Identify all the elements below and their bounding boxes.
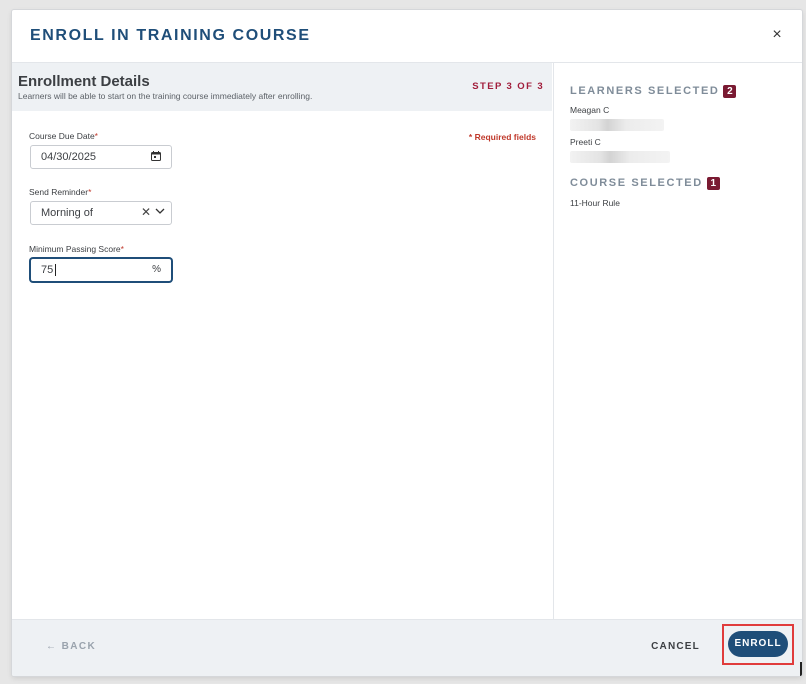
modal-title: ENROLL IN TRAINING COURSE bbox=[30, 27, 311, 44]
modal-corner-mark bbox=[800, 662, 802, 676]
enrollment-form: Enrollment Details Learners will be able… bbox=[12, 63, 552, 619]
passing-score-value: 75 bbox=[41, 264, 54, 276]
modal-footer: ← BACK CANCEL ENROLL bbox=[12, 619, 802, 676]
learners-count-badge: 2 bbox=[723, 85, 737, 98]
text-caret bbox=[55, 264, 56, 276]
course-heading: COURSE SELECTED 1 bbox=[570, 177, 720, 190]
reminder-select[interactable]: Morning of ✕ bbox=[30, 201, 172, 225]
selection-summary: LEARNERS SELECTED 2 Meagan C Preeti C COU… bbox=[553, 63, 802, 619]
learners-heading: LEARNERS SELECTED 2 bbox=[570, 85, 737, 98]
modal-header: ENROLL IN TRAINING COURSE × bbox=[12, 10, 802, 63]
percent-unit: % bbox=[152, 264, 161, 275]
learner-name: Meagan C bbox=[570, 105, 610, 115]
due-date-field[interactable]: 04/30/2025 bbox=[30, 145, 172, 169]
required-star: * bbox=[88, 187, 92, 197]
cancel-button[interactable]: CANCEL bbox=[651, 641, 700, 652]
reminder-label: Send Reminder* bbox=[29, 187, 91, 197]
required-star: * bbox=[120, 244, 124, 254]
due-date-value: 04/30/2025 bbox=[41, 151, 97, 163]
clear-icon[interactable]: ✕ bbox=[141, 205, 151, 219]
passing-score-label-text: Minimum Passing Score bbox=[29, 244, 121, 254]
passing-score-label: Minimum Passing Score* bbox=[29, 244, 124, 254]
due-date-label: Course Due Date* bbox=[29, 131, 98, 141]
redacted-learner-detail bbox=[570, 119, 664, 131]
due-date-label-text: Course Due Date bbox=[29, 131, 95, 141]
close-icon[interactable]: × bbox=[766, 24, 788, 46]
course-heading-text: COURSE SELECTED bbox=[570, 177, 703, 189]
required-fields-note: * Required fields bbox=[468, 132, 536, 142]
enroll-modal: ENROLL IN TRAINING COURSE × Enrollment D… bbox=[12, 10, 802, 676]
redacted-learner-detail bbox=[570, 151, 670, 163]
course-count-badge: 1 bbox=[706, 177, 720, 190]
enroll-button[interactable]: ENROLL bbox=[728, 631, 788, 657]
required-star: * bbox=[94, 131, 98, 141]
learners-heading-text: LEARNERS SELECTED bbox=[570, 85, 720, 97]
back-button[interactable]: ← BACK bbox=[46, 641, 96, 652]
reminder-label-text: Send Reminder bbox=[29, 187, 89, 197]
chevron-down-icon[interactable] bbox=[155, 206, 165, 216]
step-indicator: STEP 3 OF 3 bbox=[472, 81, 544, 92]
reminder-value: Morning of bbox=[41, 207, 93, 219]
section-subtitle: Learners will be able to start on the tr… bbox=[18, 91, 313, 101]
section-title: Enrollment Details bbox=[18, 73, 150, 90]
course-name: 11-Hour Rule bbox=[570, 198, 620, 208]
learner-name: Preeti C bbox=[570, 137, 601, 147]
section-header: Enrollment Details Learners will be able… bbox=[12, 63, 552, 111]
passing-score-input[interactable]: 75 % bbox=[30, 258, 172, 282]
calendar-icon[interactable] bbox=[151, 151, 161, 161]
